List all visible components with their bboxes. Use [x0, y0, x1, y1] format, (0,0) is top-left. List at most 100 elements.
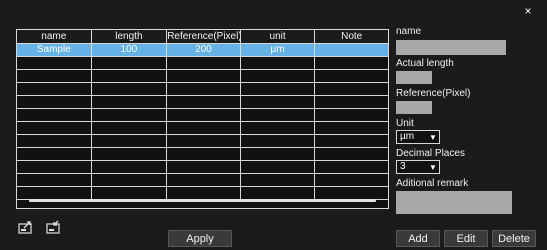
table-cell-empty — [315, 57, 388, 69]
chevron-down-icon[interactable]: ▼ — [427, 133, 439, 142]
decimal-places-value: 3 — [400, 161, 406, 172]
table-cell-empty — [241, 109, 316, 121]
table-cell-empty — [92, 83, 168, 95]
column-header-length[interactable]: length — [92, 30, 168, 43]
close-icon[interactable]: × — [521, 4, 535, 18]
table-row-empty[interactable] — [17, 109, 388, 122]
table-cell-empty — [92, 161, 168, 173]
table-cell-empty — [17, 187, 92, 199]
unit-select[interactable]: µm ▼ — [396, 130, 440, 144]
export-icon[interactable] — [18, 220, 34, 234]
table-cell-empty — [17, 148, 92, 160]
table-cell-empty — [241, 135, 316, 147]
table-cell-empty — [167, 148, 241, 160]
table-cell-empty — [92, 187, 168, 199]
remark-field[interactable] — [396, 191, 512, 214]
table-cell-empty — [17, 96, 92, 108]
table-cell-empty — [167, 135, 241, 147]
reference-pixel-label: Reference(Pixel) — [396, 88, 471, 99]
table-cell-empty — [17, 57, 92, 69]
table-cell-empty — [167, 161, 241, 173]
table-cell-empty — [92, 174, 168, 186]
table-row-empty[interactable] — [17, 96, 388, 109]
table-cell-empty — [17, 161, 92, 173]
table-cell-empty — [315, 174, 388, 186]
table-cell-empty — [17, 135, 92, 147]
table-cell-empty — [17, 122, 92, 134]
table-cell-empty — [241, 161, 316, 173]
table-cell-empty — [241, 57, 316, 69]
chevron-down-icon[interactable]: ▼ — [427, 163, 439, 172]
table-cell-empty — [315, 187, 388, 199]
table-cell-empty — [17, 83, 92, 95]
table-cell-empty — [92, 70, 168, 82]
table-row[interactable]: Sample 100 200 µm — [17, 44, 388, 57]
table-cell-empty — [167, 122, 241, 134]
unit-label: Unit — [396, 118, 414, 129]
cell-length: 100 — [92, 44, 168, 56]
edit-button[interactable]: Edit — [444, 230, 488, 247]
table-row-empty[interactable] — [17, 161, 388, 174]
table-cell-empty — [167, 70, 241, 82]
table-row-empty[interactable] — [17, 174, 388, 187]
table-cell-empty — [315, 96, 388, 108]
delete-button[interactable]: Delete — [492, 230, 536, 247]
table-cell-empty — [167, 96, 241, 108]
table-row-empty[interactable] — [17, 122, 388, 135]
column-header-reference[interactable]: Reference(Pixel) — [167, 30, 241, 43]
table-cell-empty — [92, 109, 168, 121]
table-cell-empty — [167, 83, 241, 95]
table-row-empty[interactable] — [17, 148, 388, 161]
table-cell-empty — [92, 122, 168, 134]
table-cell-empty — [167, 109, 241, 121]
name-label: name — [396, 26, 422, 37]
apply-button[interactable]: Apply — [168, 230, 232, 247]
table-cell-empty — [241, 187, 316, 199]
cell-unit: µm — [241, 44, 316, 56]
table-cell-empty — [167, 174, 241, 186]
import-icon[interactable] — [46, 220, 62, 234]
table-cell-empty — [92, 96, 168, 108]
table-cell-empty — [17, 109, 92, 121]
table-header: name length Reference(Pixel) unit Note — [17, 30, 388, 44]
column-header-note[interactable]: Note — [315, 30, 388, 43]
table-cell-empty — [241, 83, 316, 95]
column-header-name[interactable]: name — [17, 30, 92, 43]
column-header-unit[interactable]: unit — [241, 30, 316, 43]
actual-length-label: Actual length — [396, 58, 454, 69]
cell-name: Sample — [17, 44, 92, 56]
table-cell-empty — [315, 83, 388, 95]
table-cell-empty — [17, 70, 92, 82]
table-row-empty[interactable] — [17, 57, 388, 70]
table-cell-empty — [315, 70, 388, 82]
table-cell-empty — [241, 96, 316, 108]
unit-select-value: µm — [400, 131, 415, 142]
decimal-places-select[interactable]: 3 ▼ — [396, 160, 440, 174]
table-row-empty[interactable] — [17, 83, 388, 96]
cell-reference: 200 — [167, 44, 241, 56]
calibration-table: name length Reference(Pixel) unit Note S… — [16, 29, 389, 209]
table-cell-empty — [315, 122, 388, 134]
reference-pixel-field[interactable] — [396, 101, 432, 114]
table-cell-empty — [167, 57, 241, 69]
table-cell-empty — [241, 174, 316, 186]
table-row-empty[interactable] — [17, 70, 388, 83]
add-button[interactable]: Add — [396, 230, 440, 247]
table-cell-empty — [92, 57, 168, 69]
table-cell-empty — [241, 148, 316, 160]
name-field[interactable] — [396, 40, 506, 55]
actual-length-field[interactable] — [396, 71, 432, 84]
table-cell-empty — [315, 148, 388, 160]
table-cell-empty — [315, 135, 388, 147]
remark-label: Aditional remark — [396, 178, 469, 189]
table-cell-empty — [17, 174, 92, 186]
table-cell-empty — [92, 148, 168, 160]
cell-note — [315, 44, 388, 56]
table-cell-empty — [241, 122, 316, 134]
table-cell-empty — [241, 70, 316, 82]
calibration-dialog: × name length Reference(Pixel) unit Note… — [0, 0, 547, 250]
table-cell-empty — [167, 187, 241, 199]
table-row-empty[interactable] — [17, 135, 388, 148]
horizontal-scrollbar[interactable] — [29, 199, 376, 202]
table-cell-empty — [315, 161, 388, 173]
